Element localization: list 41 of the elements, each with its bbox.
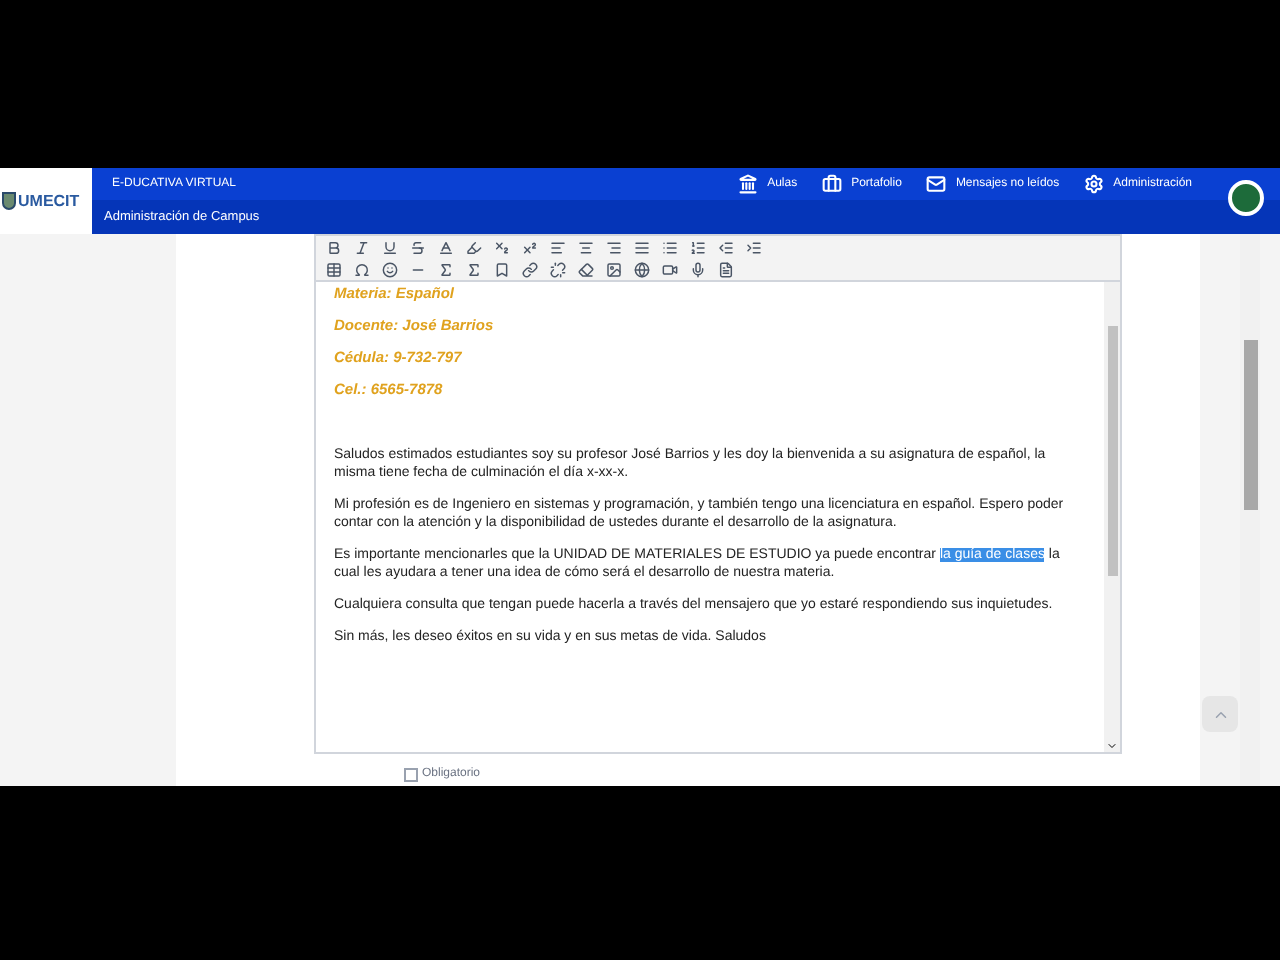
italic-icon [353, 239, 369, 255]
sum-icon [465, 261, 481, 277]
align-left-icon [549, 239, 565, 255]
crest-icon [2, 192, 16, 210]
numbered-list-icon [689, 239, 705, 255]
link-icon [521, 261, 537, 277]
scroll-down-icon[interactable] [1106, 740, 1118, 752]
text-color-icon [437, 239, 453, 255]
image-icon [605, 261, 621, 277]
strikethrough-icon [409, 239, 425, 255]
globe-icon [633, 261, 649, 277]
unlink-icon [549, 261, 565, 277]
subscript-icon [493, 239, 509, 255]
superscript-icon [521, 239, 537, 255]
eraser-icon [577, 261, 593, 277]
envelope-icon [925, 174, 946, 194]
checkbox[interactable] [404, 768, 418, 782]
highlight-icon [465, 239, 481, 255]
table-icon [325, 261, 341, 277]
underline-icon [381, 239, 397, 255]
link-button[interactable] [516, 259, 542, 279]
microphone-icon [689, 261, 705, 277]
bullet-list-icon [661, 239, 677, 255]
briefcase-icon [821, 174, 842, 194]
settings-icon [1083, 174, 1104, 194]
align-justify-icon [633, 239, 649, 255]
unlink-button[interactable] [544, 259, 570, 279]
outdent-icon [717, 239, 733, 255]
align-right-icon [605, 239, 621, 255]
align-center-icon [577, 239, 593, 255]
logo-text: UMECIT [18, 193, 80, 209]
building-icon [737, 174, 758, 194]
video-icon [661, 261, 677, 277]
document-icon [717, 261, 733, 277]
crest-avatar [1228, 180, 1264, 216]
omega-icon [353, 261, 369, 277]
smiley-icon [381, 261, 397, 277]
indent-icon [745, 239, 761, 255]
bold-icon [325, 239, 341, 255]
sigma-icon [437, 261, 453, 277]
bookmark-icon [493, 261, 509, 277]
